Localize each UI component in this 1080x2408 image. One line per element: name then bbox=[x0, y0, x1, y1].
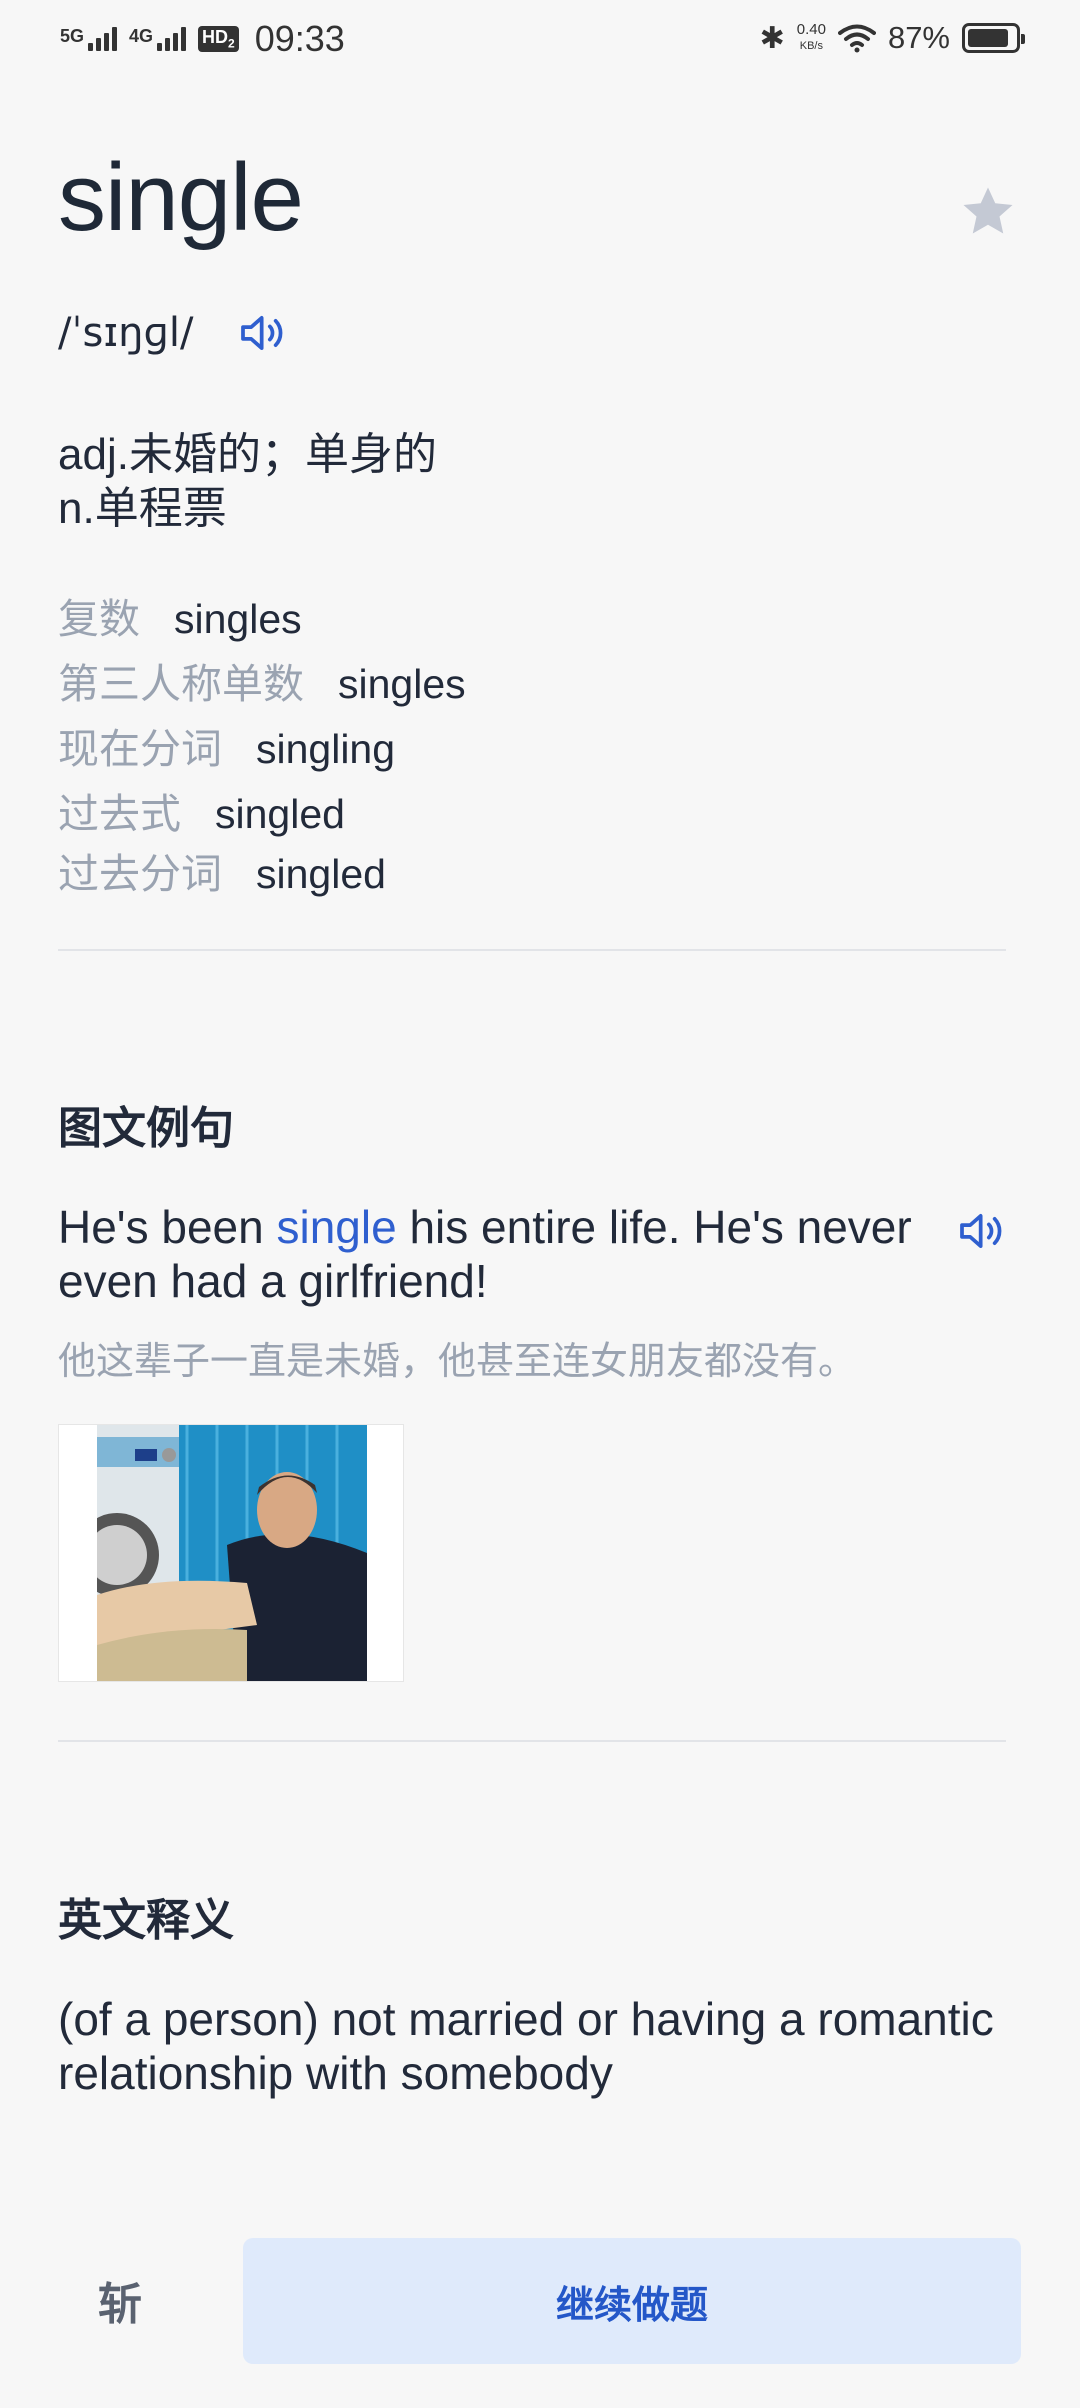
example-section-title: 图文例句 bbox=[58, 1104, 234, 1153]
pronunciation-row: /ˈsɪŋɡl/ bbox=[58, 305, 292, 361]
hd-voice-icon: HD2 bbox=[198, 26, 239, 52]
english-section-title: 英文释义 bbox=[58, 1896, 234, 1945]
example-translation: 他这辈子一直是未婚，他甚至连女朋友都没有。 bbox=[58, 1341, 857, 1383]
cut-button[interactable]: 斩 bbox=[60, 2236, 180, 2364]
network-speed-unit: KB/s bbox=[799, 40, 823, 52]
divider bbox=[58, 1740, 1006, 1742]
form-label: 过去式 bbox=[58, 791, 181, 837]
status-right: ✱ 0.40 KB/s 87% bbox=[759, 20, 1025, 56]
form-value: singling bbox=[256, 726, 396, 772]
signal-5g-icon: 5G bbox=[60, 26, 118, 51]
form-present-participle: 现在分词 singling bbox=[58, 715, 395, 775]
form-past-participle: 过去分词 singled bbox=[58, 840, 386, 900]
example-sentence: He's been single his entire life. He's n… bbox=[58, 1200, 938, 1308]
form-past-tense: 过去式 singled bbox=[58, 780, 345, 840]
signal-5g-label: 5G bbox=[60, 26, 85, 46]
continue-button[interactable]: 继续做题 bbox=[243, 2238, 1021, 2364]
status-bar: 5G 4G HD2 09:33 ✱ 0.40 KB/s 87% bbox=[0, 0, 1080, 84]
signal-4g-icon: 4G bbox=[129, 26, 187, 51]
divider bbox=[58, 949, 1006, 951]
example-image[interactable] bbox=[58, 1424, 404, 1682]
example-text: He's been bbox=[58, 1201, 277, 1253]
status-left: 5G 4G HD2 09:33 bbox=[60, 18, 345, 60]
clock: 09:33 bbox=[254, 18, 345, 59]
english-definition: (of a person) not married or having a ro… bbox=[58, 1993, 994, 2099]
form-plural: 复数 singles bbox=[58, 585, 302, 645]
phonetic-text: /ˈsɪŋɡl/ bbox=[58, 310, 194, 356]
form-value: singles bbox=[338, 661, 466, 707]
network-speed-value: 0.40 bbox=[796, 21, 826, 38]
form-label: 过去分词 bbox=[58, 851, 222, 897]
example-highlight-word: single bbox=[276, 1201, 397, 1253]
definition-line: n.单程票 bbox=[58, 484, 227, 533]
form-label: 第三人称单数 bbox=[58, 661, 304, 707]
wifi-icon bbox=[837, 24, 876, 53]
form-third-person: 第三人称单数 singles bbox=[58, 650, 466, 710]
word-title: single bbox=[58, 144, 304, 251]
man-by-washing-machine-photo bbox=[97, 1425, 367, 1681]
form-value: singles bbox=[174, 596, 302, 642]
pronounce-speaker-icon[interactable] bbox=[236, 305, 292, 361]
form-value: singled bbox=[215, 791, 345, 837]
definition-line: adj.未婚的；单身的 bbox=[58, 430, 437, 479]
definitions: adj.未婚的；单身的 n.单程票 bbox=[58, 428, 437, 536]
favorite-star-icon[interactable] bbox=[958, 182, 1018, 242]
form-value: singled bbox=[256, 851, 386, 897]
battery-icon bbox=[962, 23, 1025, 53]
example-speaker-icon[interactable] bbox=[955, 1203, 1011, 1259]
signal-4g-label: 4G bbox=[129, 26, 154, 46]
network-speed: 0.40 KB/s bbox=[797, 22, 826, 54]
form-label: 现在分词 bbox=[58, 726, 222, 772]
battery-percentage: 87% bbox=[887, 20, 950, 55]
form-label: 复数 bbox=[58, 596, 140, 642]
bluetooth-icon: ✱ bbox=[759, 21, 785, 55]
